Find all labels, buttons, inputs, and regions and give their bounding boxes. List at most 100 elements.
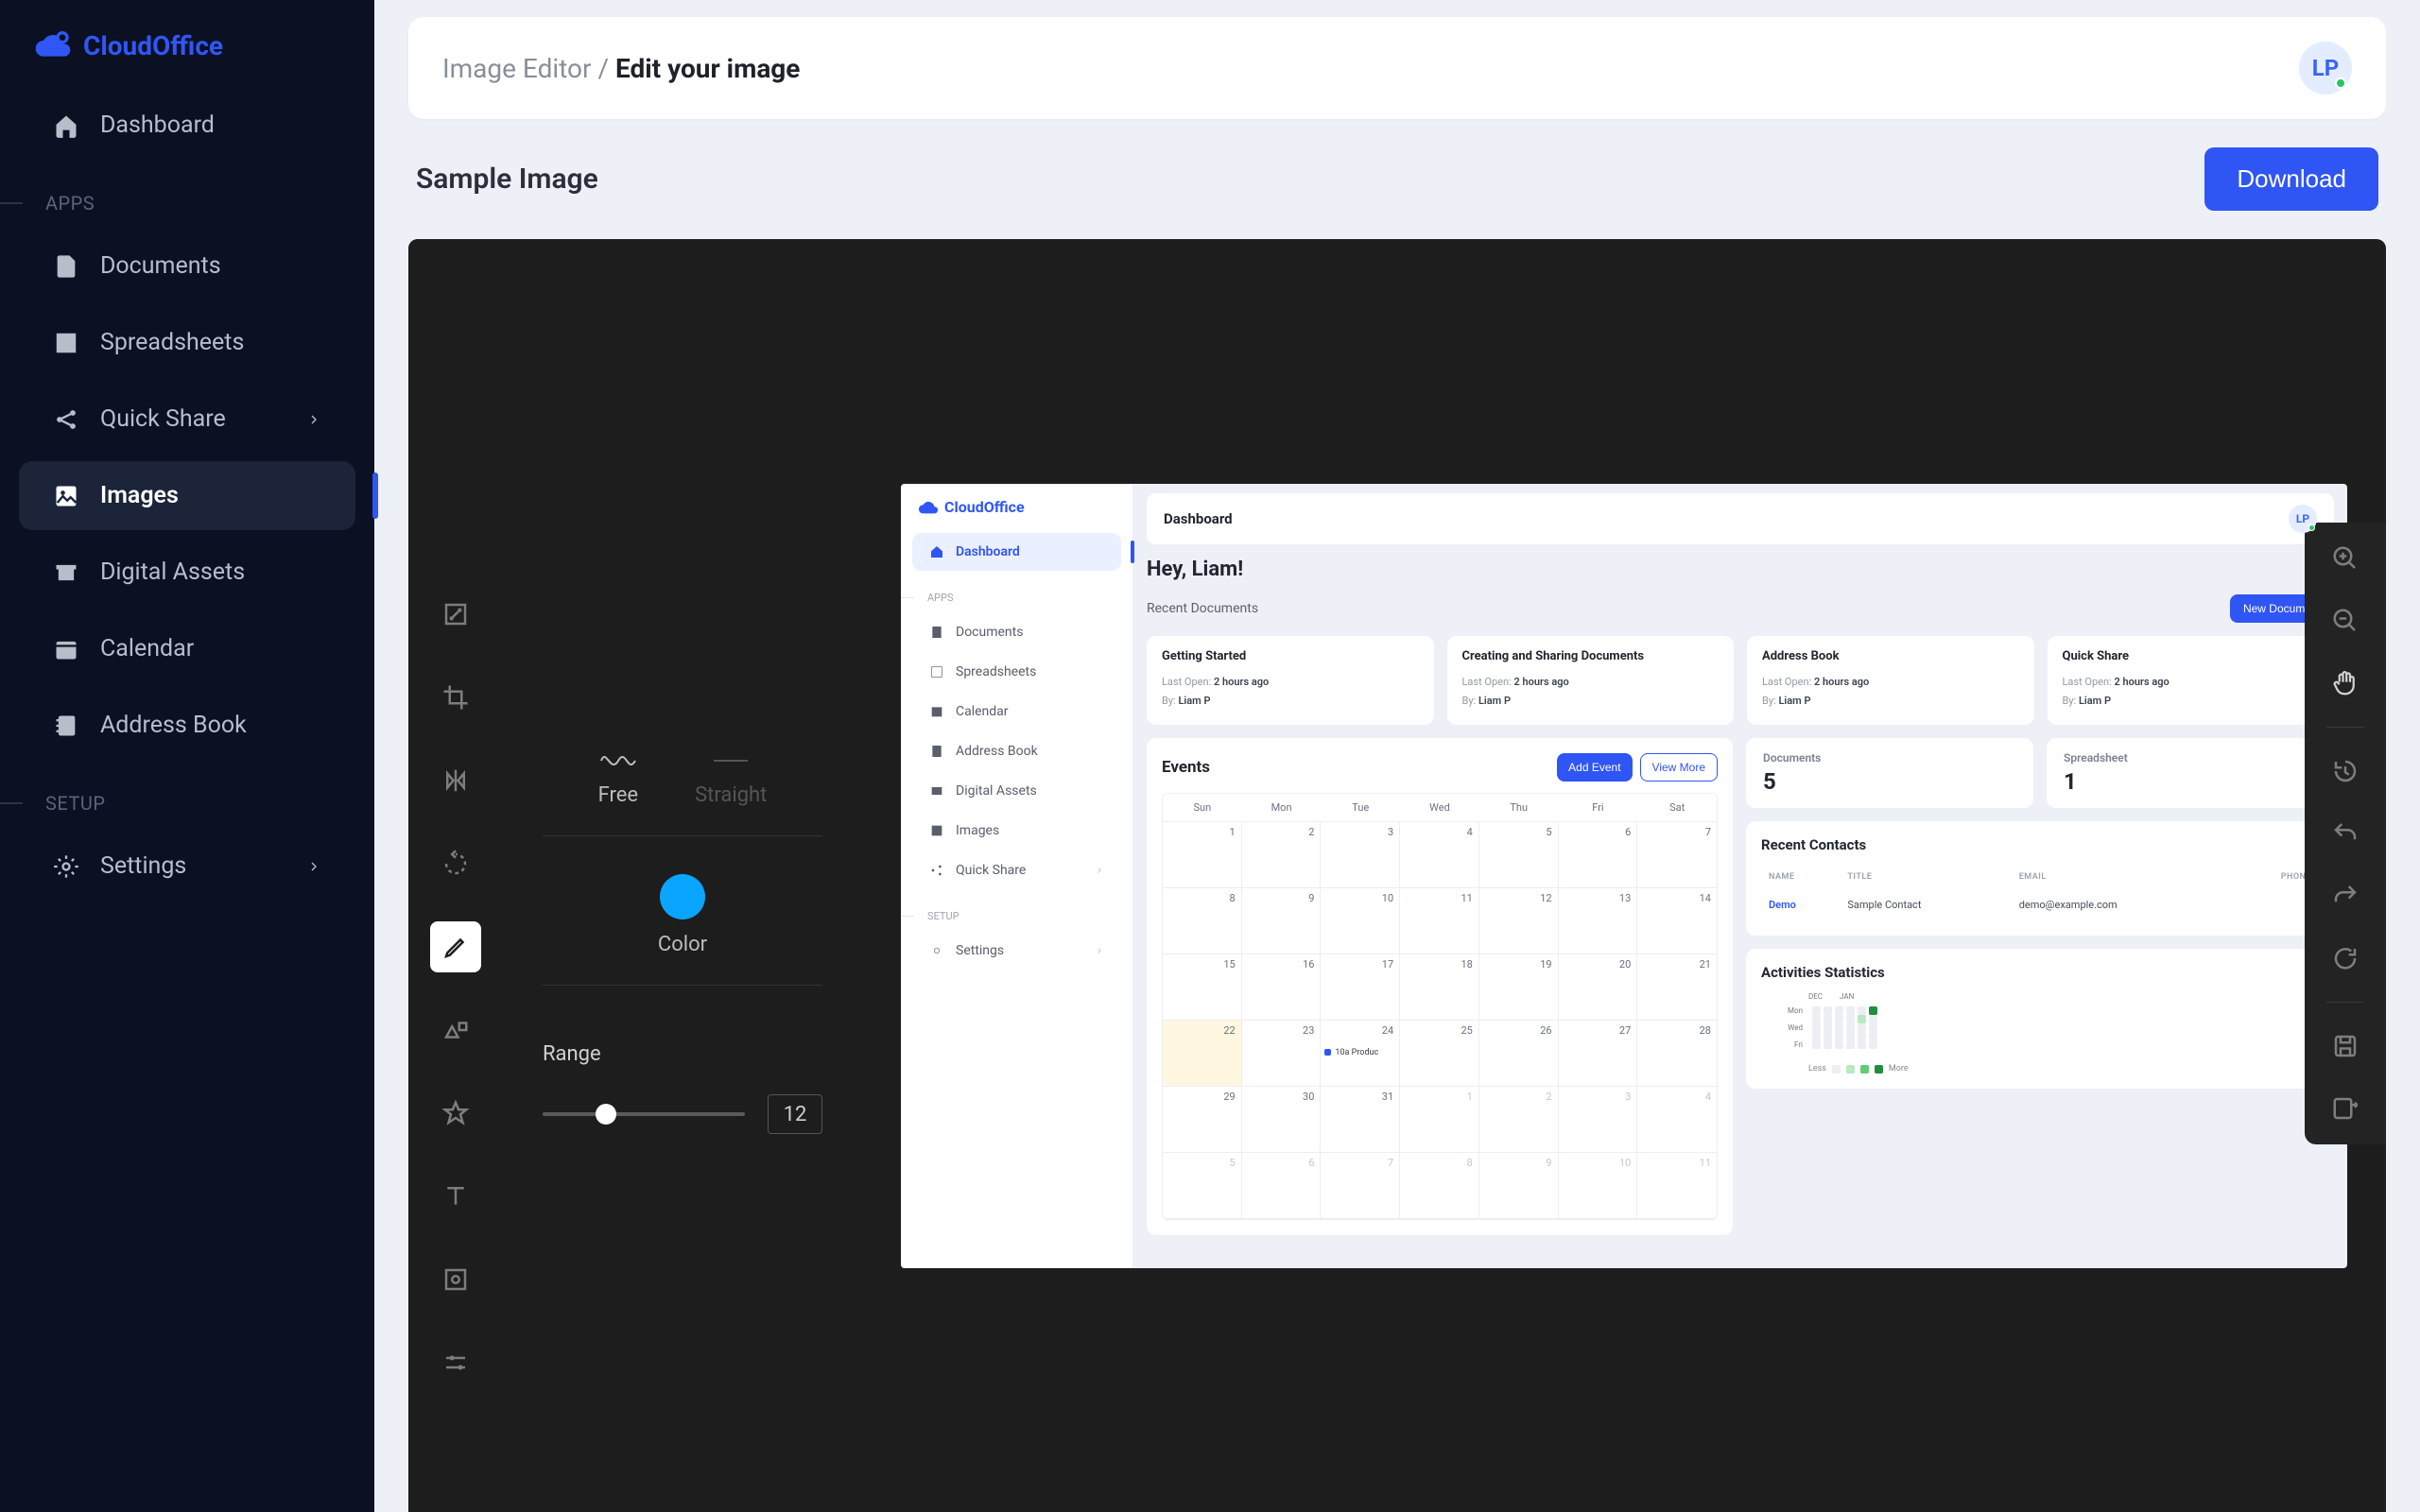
- meta-label: By:: [1762, 695, 1778, 707]
- tool-resize[interactable]: [430, 589, 481, 640]
- undo-icon: [2331, 819, 2360, 848]
- meta-label: Last Open:: [2063, 676, 2115, 688]
- inner-side-documents: Documents: [912, 613, 1121, 651]
- sidebar-item-label: Settings: [100, 852, 186, 880]
- color-picker[interactable]: Color: [543, 836, 822, 986]
- tool-frame[interactable]: [430, 1254, 481, 1305]
- save-button[interactable]: [2326, 1027, 2364, 1065]
- avatar[interactable]: LP: [2299, 42, 2352, 94]
- inner-events-title: Events: [1162, 758, 1210, 777]
- color-swatch[interactable]: [660, 874, 705, 919]
- wave-icon: [599, 749, 637, 772]
- meta-value: Liam P: [1178, 695, 1210, 707]
- range-value[interactable]: 12: [768, 1094, 822, 1134]
- edited-image: CloudOffice Dashboard APPS Documents Spr…: [901, 484, 2347, 1268]
- inner-side-label: Spreadsheets: [956, 664, 1036, 679]
- tool-draw[interactable]: [430, 921, 481, 972]
- export-button[interactable]: [2326, 1090, 2364, 1127]
- meta-label: Last Open:: [1762, 676, 1814, 688]
- sidebar-item-quickshare[interactable]: Quick Share: [19, 385, 355, 454]
- inner-events-panel: Events Add Event View More SunMonTueWedT…: [1147, 738, 1733, 1235]
- home-icon: [53, 112, 79, 139]
- meta-label: By:: [1162, 695, 1178, 707]
- reset-button[interactable]: [2326, 939, 2364, 977]
- tool-flip[interactable]: [430, 755, 481, 806]
- zoom-out-button[interactable]: [2326, 602, 2364, 640]
- brand-logo[interactable]: CloudOffice: [0, 19, 374, 87]
- chevron-right-icon: [306, 859, 321, 874]
- slider-thumb-icon[interactable]: [596, 1104, 616, 1125]
- draw-mode-straight[interactable]: Straight: [695, 749, 767, 807]
- range-slider[interactable]: [543, 1112, 745, 1116]
- sliders-icon: [441, 1349, 470, 1377]
- tool-column: [408, 239, 503, 1512]
- inner-view-more-button: View More: [1640, 753, 1718, 782]
- sidebar-item-documents[interactable]: Documents: [19, 232, 355, 301]
- undo-button[interactable]: [2326, 815, 2364, 852]
- line-icon: [712, 749, 750, 772]
- gear-icon: [929, 943, 944, 958]
- document-icon: [929, 625, 944, 640]
- reset-icon: [2331, 944, 2360, 972]
- canvas[interactable]: CloudOffice Dashboard APPS Documents Spr…: [862, 239, 2386, 1512]
- sidebar-item-dashboard[interactable]: Dashboard: [19, 91, 355, 160]
- stat-value: 5: [1763, 768, 2016, 795]
- sidebar-item-label: Quick Share: [100, 405, 226, 433]
- inner-avatar-initials: LP: [2296, 512, 2309, 525]
- cloud-icon: [34, 26, 72, 64]
- main: Image Editor / Edit your image LP Sample…: [374, 0, 2420, 1512]
- breadcrumb-parent: Image Editor /: [442, 53, 615, 84]
- cloud-icon: [918, 497, 939, 518]
- tool-crop[interactable]: [430, 672, 481, 723]
- hand-button[interactable]: [2326, 664, 2364, 702]
- export-icon: [2331, 1094, 2360, 1123]
- inner-side-label: Documents: [956, 625, 1023, 640]
- spreadsheet-icon: [929, 664, 944, 679]
- meta-value: Liam P: [1778, 695, 1810, 707]
- th: EMAIL: [2014, 865, 2232, 889]
- inner-card-title: Address Book: [1762, 649, 2019, 663]
- addressbook-icon: [53, 713, 79, 739]
- tool-adjust[interactable]: [430, 1337, 481, 1388]
- history-button[interactable]: [2326, 752, 2364, 790]
- sidebar-item-calendar[interactable]: Calendar: [19, 614, 355, 683]
- page-title: Sample Image: [416, 163, 598, 196]
- inner-side-label: Digital Assets: [956, 783, 1037, 799]
- zoom-in-icon: [2331, 544, 2360, 573]
- tool-shapes[interactable]: [430, 1005, 481, 1056]
- sidebar-item-settings[interactable]: Settings: [19, 832, 355, 901]
- month-label: JAN: [1840, 992, 1854, 1001]
- meta-label: Last Open:: [1462, 676, 1514, 688]
- inner-card: Getting StartedLast Open: 2 hours agoBy:…: [1147, 636, 1434, 726]
- sidebar-item-label: Dashboard: [100, 112, 215, 139]
- tool-star[interactable]: [430, 1088, 481, 1139]
- inner-contacts-title: Recent Contacts: [1761, 836, 2319, 853]
- inner-side-digitalassets: Digital Assets: [912, 772, 1121, 810]
- inner-add-event-button: Add Event: [1557, 753, 1632, 782]
- hand-icon: [2331, 669, 2360, 697]
- draw-mode-free[interactable]: Free: [598, 749, 638, 807]
- zoom-in-button[interactable]: [2326, 540, 2364, 577]
- sidebar-item-digitalassets[interactable]: Digital Assets: [19, 538, 355, 607]
- inner-side-label: Settings: [956, 943, 1004, 958]
- download-button[interactable]: Download: [2204, 147, 2378, 211]
- inner-avatar: LP: [2289, 505, 2317, 533]
- home-icon: [929, 544, 944, 559]
- share-icon: [929, 863, 944, 878]
- sidebar-item-images[interactable]: Images: [19, 461, 355, 530]
- inner-greeting: Hey, Liam!: [1147, 558, 2334, 581]
- range-label: Range: [543, 1042, 822, 1094]
- archive-icon: [53, 559, 79, 586]
- archive-icon: [929, 783, 944, 799]
- redo-button[interactable]: [2326, 877, 2364, 915]
- tool-text[interactable]: [430, 1171, 481, 1222]
- sidebar-section-setup: SETUP: [0, 764, 374, 828]
- meta-label: Last Open:: [1162, 676, 1214, 688]
- tool-rotate[interactable]: [430, 838, 481, 889]
- image-icon: [929, 823, 944, 838]
- draw-mode-straight-label: Straight: [695, 783, 767, 807]
- inner-grid: Events Add Event View More SunMonTueWedT…: [1147, 738, 2334, 1235]
- sidebar-item-spreadsheets[interactable]: Spreadsheets: [19, 308, 355, 377]
- th: TITLE: [1841, 865, 2011, 889]
- sidebar-item-addressbook[interactable]: Address Book: [19, 691, 355, 760]
